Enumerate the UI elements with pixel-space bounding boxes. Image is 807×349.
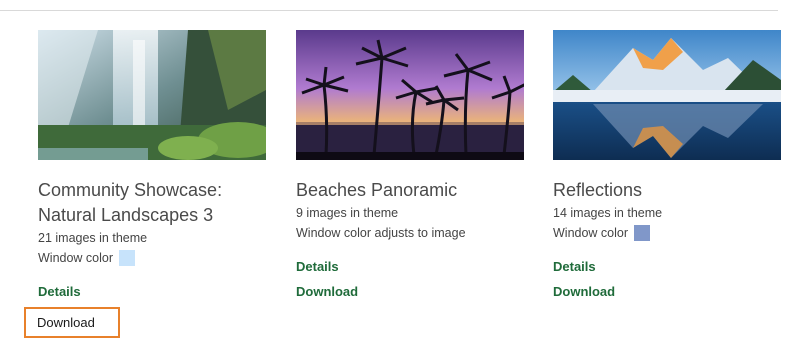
window-color-swatch [119,250,136,266]
window-color-swatch [634,225,651,241]
image-count: 14 images in theme [553,206,663,220]
details-link[interactable]: Details [38,284,81,299]
image-count: 21 images in theme [38,231,148,245]
divider [0,10,778,11]
theme-card-natural-landscapes: Community Showcase: Natural Landscapes 3… [24,30,266,338]
details-link[interactable]: Details [296,259,339,274]
theme-title: Community Showcase: Natural Landscapes 3 [38,180,223,225]
image-count: 9 images in theme [296,206,399,220]
theme-thumbnail-waterfall[interactable] [38,30,266,160]
download-link[interactable]: Download [24,307,120,338]
window-color-row: Window color [38,248,266,268]
theme-title: Beaches Panoramic [296,180,458,200]
theme-card-reflections: Reflections 14 images in theme Window co… [553,30,781,299]
window-color-label: Window color [38,251,114,265]
theme-title: Reflections [553,180,643,200]
window-color-label: Window color adjusts to image [296,226,466,240]
download-link[interactable]: Download [296,284,358,299]
theme-thumbnail-palm-beach[interactable] [296,30,524,160]
window-color-label: Window color [553,226,629,240]
download-link[interactable]: Download [553,284,615,299]
window-color-row: Window color [553,223,781,243]
details-link[interactable]: Details [553,259,596,274]
theme-card-beaches-panoramic: Beaches Panoramic 9 images in theme Wind… [296,30,524,299]
theme-thumbnail-mountain-lake[interactable] [553,30,781,160]
